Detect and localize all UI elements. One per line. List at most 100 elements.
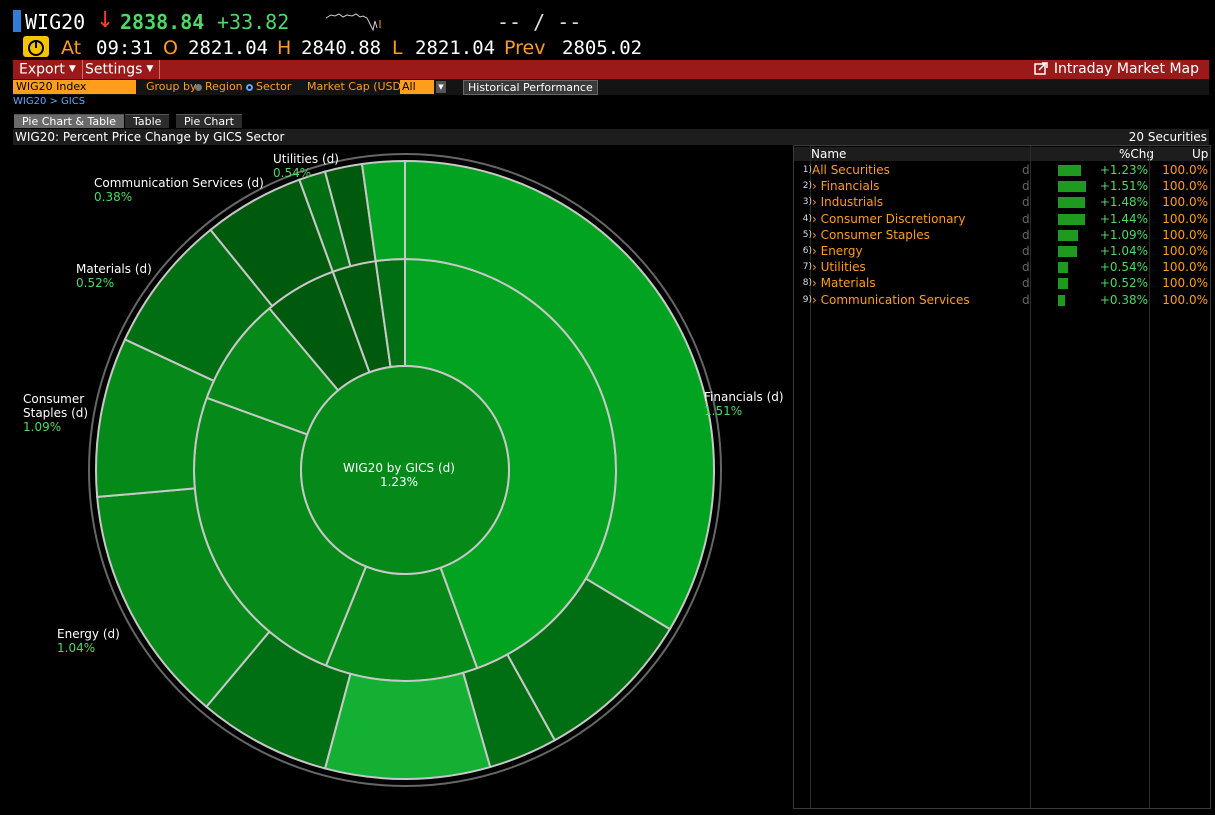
row-name[interactable]: › Financials — [812, 178, 879, 194]
row-up: 100.0% — [1162, 260, 1208, 275]
market-cap-select[interactable]: All — [400, 80, 434, 94]
sector-radio[interactable]: Sector — [246, 80, 291, 94]
radio-on-icon — [246, 83, 253, 91]
table-row[interactable]: 1) All Securities d +1.23% 100.0% — [794, 162, 1210, 178]
row-chg: +1.51% — [1099, 179, 1148, 194]
row-up: 100.0% — [1162, 244, 1208, 258]
row-chg: +1.23% — [1099, 163, 1148, 177]
high-label: H — [277, 37, 292, 59]
row-name[interactable]: › Industrials — [812, 194, 883, 210]
sunburst-chart: WIG20 by GICS (d) 1.23% Financials (d) 1.… — [0, 145, 790, 811]
label-energy-pct: 1.04% — [57, 641, 96, 655]
external-link-icon — [1034, 62, 1048, 75]
label-consumer-staples-name: Consumer Staples (d) — [23, 392, 89, 420]
at-label: At — [61, 37, 82, 59]
col-name-header[interactable]: Name — [811, 147, 847, 161]
options-bar: WIG20 Index Group by Region Sector Marke… — [13, 79, 1209, 95]
table-row[interactable]: 8) › Materials d +0.52% 100.0% — [794, 275, 1210, 291]
settings-menu[interactable]: Settings ▼ — [79, 60, 161, 79]
row-name[interactable]: › Consumer Discretionary — [812, 211, 965, 227]
row-name[interactable]: › Materials — [812, 275, 876, 291]
low-value: 2821.04 — [415, 37, 496, 59]
panel-title: WIG20: Percent Price Change by GICS Sect… — [15, 130, 285, 144]
center-title: WIG20 by GICS (d) — [343, 461, 455, 475]
row-up: 100.0% — [1162, 292, 1208, 307]
center-value: 1.23% — [379, 475, 419, 489]
label-utilities-pct: 0.54% — [273, 166, 312, 180]
row-up: 100.0% — [1162, 163, 1208, 177]
securities-count: 20 Securities — [1128, 130, 1207, 144]
label-utilities-name: Utilities (d) — [273, 152, 339, 166]
label-energy: Energy (d) 1.04% — [57, 627, 120, 655]
row-chg: +1.44% — [1099, 211, 1148, 226]
row-number: 3) — [802, 197, 812, 208]
open-label: O — [163, 37, 178, 59]
region-label: Region — [205, 80, 243, 93]
ticker-header: WIG20 ↓ 2838.84 +33.82 -- / -- At 09:31 … — [0, 0, 1215, 60]
row-number: 2) — [802, 181, 812, 192]
label-energy-name: Energy (d) — [57, 627, 120, 641]
row-up: 100.0% — [1162, 211, 1208, 226]
settings-label: Settings — [85, 61, 143, 78]
row-number: 4) — [802, 213, 812, 224]
table-row[interactable]: 5) › Consumer Staples d +1.09% 100.0% — [794, 227, 1210, 243]
table-row[interactable]: 6) › Energy d +1.04% 100.0% — [794, 243, 1210, 259]
export-menu[interactable]: Export ▼ — [13, 60, 83, 79]
change-bar — [1058, 197, 1085, 209]
table-row[interactable]: 7) › Utilities d +0.54% 100.0% — [794, 259, 1210, 275]
label-financials: Financials (d) 1.51% — [704, 390, 784, 418]
open-value: 2821.04 — [188, 37, 269, 59]
row-d-flag: d — [1022, 260, 1030, 275]
sector-table: Name %Chg Up 1) All Securities d +1.23% 100.… — [793, 145, 1211, 809]
historical-performance-button[interactable]: Historical Performance — [463, 80, 598, 95]
row-name[interactable]: All Securities — [812, 162, 890, 178]
table-row[interactable]: 9) › Communication Services d +0.38% 100.0% — [794, 292, 1210, 308]
gauge-icon[interactable] — [23, 36, 49, 57]
table-row[interactable]: 3) › Industrials d +1.48% 100.0% — [794, 194, 1210, 210]
group-by-label: Group by — [146, 80, 197, 93]
row-d-flag: d — [1022, 211, 1030, 226]
row-name[interactable]: › Utilities — [812, 259, 866, 275]
down-arrow-icon: ↓ — [96, 8, 115, 33]
sector-label: Sector — [256, 80, 292, 93]
prev-label: Prev — [504, 37, 546, 59]
row-d-flag: d — [1022, 179, 1030, 194]
tab-pie-chart-table[interactable]: Pie Chart & Table — [14, 114, 124, 128]
caret-down-icon: ▼ — [146, 64, 154, 74]
row-d-flag: d — [1022, 195, 1030, 210]
region-radio[interactable]: Region — [195, 80, 243, 94]
table-row[interactable]: 4) › Consumer Discretionary d +1.44% 100.0% — [794, 211, 1210, 227]
tab-table[interactable]: Table — [125, 114, 170, 128]
row-name[interactable]: › Communication Services — [812, 292, 970, 308]
security-field[interactable]: WIG20 Index — [13, 80, 136, 94]
row-up: 100.0% — [1162, 276, 1208, 291]
sparkline-icon — [325, 13, 381, 32]
ticker-symbol[interactable]: WIG20 — [25, 10, 85, 34]
segment-industrials-outer[interactable] — [323, 671, 492, 780]
row-d-flag: d — [1022, 227, 1030, 242]
panel-header: WIG20: Percent Price Change by GICS Sect… — [13, 129, 1209, 145]
change-bar — [1058, 246, 1077, 257]
breadcrumb[interactable]: WIG20 > GICS — [13, 96, 85, 107]
col-up-header[interactable]: Up — [1192, 147, 1209, 161]
last-price: 2838.84 — [120, 10, 205, 34]
row-name[interactable]: › Energy — [812, 243, 863, 259]
intraday-market-map-link[interactable]: Intraday Market Map — [1034, 60, 1199, 79]
label-consumer-staples: Consumer Staples (d) 1.09% — [23, 392, 93, 434]
row-number: 9) — [802, 294, 812, 305]
row-up: 100.0% — [1162, 227, 1208, 242]
radio-off-icon — [195, 83, 202, 91]
caret-down-icon[interactable]: ▼ — [436, 81, 446, 93]
change-bar — [1058, 229, 1078, 241]
label-communication-services: Communication Services (d) 0.38% — [94, 176, 264, 204]
prev-value: 2805.02 — [562, 37, 643, 59]
label-communication-services-pct: 0.38% — [94, 190, 133, 204]
row-number: 5) — [802, 229, 812, 240]
tab-pie-chart[interactable]: Pie Chart — [176, 114, 242, 128]
table-row[interactable]: 2) › Financials d +1.51% 100.0% — [794, 178, 1210, 194]
row-name[interactable]: › Consumer Staples — [812, 227, 930, 243]
change-bar — [1058, 213, 1085, 225]
row-d-flag: d — [1022, 244, 1030, 258]
row-chg: +1.04% — [1099, 244, 1148, 258]
row-number: 8) — [802, 278, 812, 289]
